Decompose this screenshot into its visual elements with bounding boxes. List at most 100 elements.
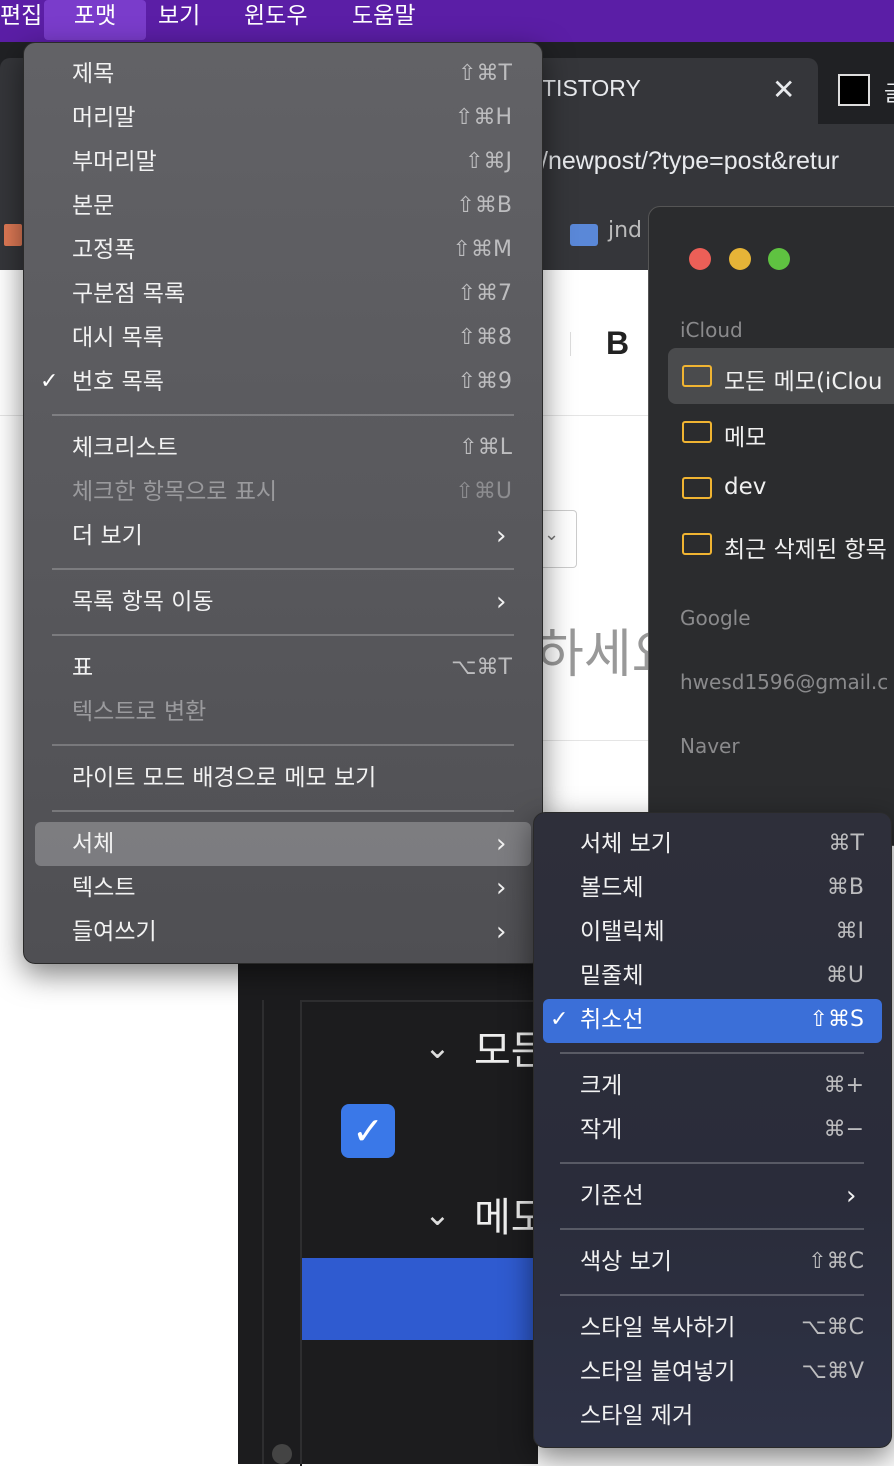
folder-icon: [682, 533, 712, 555]
shortcut-label: ⌥⌘C: [801, 1315, 864, 1340]
menu-item-label: 스타일 붙여넣기: [580, 1359, 736, 1385]
menu-item-label: 부머리말: [72, 149, 157, 175]
chevron-right-icon: ›: [496, 873, 507, 903]
shortcut-label: ⌘−: [823, 1117, 864, 1142]
shortcut-label: ⇧⌘J: [465, 149, 512, 174]
menu-view[interactable]: 보기: [148, 0, 210, 40]
minimize-window-button[interactable]: [729, 248, 751, 270]
shortcut-label: ⇧⌘B: [456, 193, 512, 218]
menu-item-label: 들여쓰기: [72, 919, 157, 945]
menu-item-label: 대시 목록: [72, 325, 164, 351]
menu-separator: [52, 634, 514, 636]
folder-notes[interactable]: 메모: [724, 418, 766, 452]
menu-item-label: 색상 보기: [580, 1249, 672, 1275]
menu-separator: [560, 1294, 864, 1296]
shortcut-label: ⇧⌘H: [455, 105, 512, 130]
folder-recently-deleted[interactable]: 최근 삭제된 항목: [724, 530, 887, 564]
shortcut-label: ⇧⌘S: [809, 1007, 864, 1032]
menu-item-label: 라이트 모드 배경으로 메모 보기: [72, 765, 377, 791]
shortcut-label: ⇧⌘C: [808, 1249, 864, 1274]
menu-item-label: 더 보기: [72, 523, 143, 549]
menu-item-label: 서체 보기: [580, 831, 672, 857]
menu-item-label: 고정폭: [72, 237, 136, 263]
menu-item-label: 기준선: [580, 1183, 644, 1209]
menu-item-label: 목록 항목 이동: [72, 589, 214, 615]
section-gmail-account: hwesd1596@gmail.c: [680, 670, 889, 694]
menu-separator: [52, 414, 514, 416]
menu-item-label: 번호 목록: [72, 369, 164, 395]
shortcut-label: ⌘U: [825, 963, 864, 988]
menu-separator: [52, 744, 514, 746]
menu-separator: [52, 568, 514, 570]
scroll-handle[interactable]: [272, 1444, 292, 1464]
selected-row[interactable]: [302, 1258, 538, 1340]
shortcut-label: ⇧⌘T: [458, 61, 512, 86]
menu-help[interactable]: 도움말: [342, 0, 425, 40]
shortcut-label: ⌘T: [828, 831, 864, 856]
shortcut-label: ⇧⌘9: [457, 369, 512, 394]
menu-item-label: 스타일 복사하기: [580, 1315, 736, 1341]
section-icloud: iCloud: [680, 318, 743, 342]
menu-item-label: 본문: [72, 193, 115, 219]
bookmark-label[interactable]: jnd: [608, 218, 642, 243]
menu-window[interactable]: 윈도우: [234, 0, 317, 40]
zoom-window-button[interactable]: [768, 248, 790, 270]
menu-item-label: 표: [72, 655, 94, 681]
menu-item-label: 작게: [580, 1117, 623, 1143]
checkbox-checked[interactable]: ✓: [341, 1104, 395, 1158]
menu-bar: 편집 포맷 보기 윈도우 도움말: [0, 0, 894, 43]
bold-button[interactable]: B: [606, 325, 629, 362]
tab-title: TISTORY: [542, 75, 641, 101]
shortcut-label: ⌥⌘T: [451, 655, 512, 680]
shortcut-label: ⌘B: [826, 875, 864, 900]
menu-separator: [560, 1162, 864, 1164]
chevron-down-icon: ⌄: [544, 524, 560, 545]
menu-item-label: 스타일 제거: [580, 1403, 694, 1429]
check-icon: ✓: [550, 1007, 569, 1032]
menu-item-label: 구분점 목록: [72, 281, 186, 307]
chevron-down-icon[interactable]: ⌄: [424, 1028, 451, 1066]
close-window-button[interactable]: [689, 248, 711, 270]
url-field[interactable]: /newpost/?type=post&retur: [541, 147, 839, 176]
menu-item-label: 취소선: [580, 1007, 644, 1033]
bookmark-folder-icon[interactable]: [4, 224, 22, 246]
toolbar-divider: [570, 332, 571, 356]
menu-separator: [52, 810, 514, 812]
chevron-right-icon: ›: [496, 521, 507, 551]
bookmark-folder-icon[interactable]: [570, 224, 598, 246]
shortcut-label: ⇧⌘U: [455, 479, 512, 504]
menu-item-label: 밑줄체: [580, 963, 644, 989]
menu-item-label: 서체: [72, 831, 115, 857]
chevron-right-icon: ›: [846, 1181, 857, 1211]
shortcut-label: ⌘+: [823, 1073, 864, 1098]
chevron-right-icon: ›: [496, 917, 507, 947]
menu-separator: [560, 1052, 864, 1054]
menu-item-label: 볼드체: [580, 875, 644, 901]
check-icon: ✓: [40, 369, 59, 394]
menu-item-label: 체크리스트: [72, 435, 178, 461]
divider: [540, 740, 650, 741]
folder-icon: [682, 421, 712, 443]
menu-item-label: 머리말: [72, 105, 136, 131]
menu-format[interactable]: 포맷: [44, 0, 146, 40]
folder-icon: [682, 477, 712, 499]
tab-favicon-icon[interactable]: [838, 74, 870, 106]
folder-icon: [682, 365, 712, 387]
menu-item-label: 텍스트: [72, 875, 136, 901]
menu-item-label: 제목: [72, 61, 115, 87]
menu-separator: [560, 1228, 864, 1230]
shortcut-label: ⇧⌘L: [459, 435, 512, 460]
folder-dev[interactable]: dev: [724, 474, 766, 500]
menu-item-label: 이탤릭체: [580, 919, 665, 945]
shortcut-label: ⇧⌘8: [457, 325, 512, 350]
folder-all-notes[interactable]: 모든 메모(iClou: [724, 362, 882, 396]
menu-item-label: 체크한 항목으로 표시: [72, 479, 278, 505]
tab2-title[interactable]: 글: [884, 76, 894, 108]
shortcut-label: ⇧⌘7: [457, 281, 512, 306]
shortcut-label: ⇧⌘M: [452, 237, 512, 262]
chevron-right-icon: ›: [496, 587, 507, 617]
chevron-down-icon[interactable]: ⌄: [424, 1195, 451, 1233]
tab-close-icon[interactable]: ✕: [772, 73, 795, 106]
menu-item-label: 크게: [580, 1073, 623, 1099]
chevron-right-icon: ›: [496, 829, 507, 859]
